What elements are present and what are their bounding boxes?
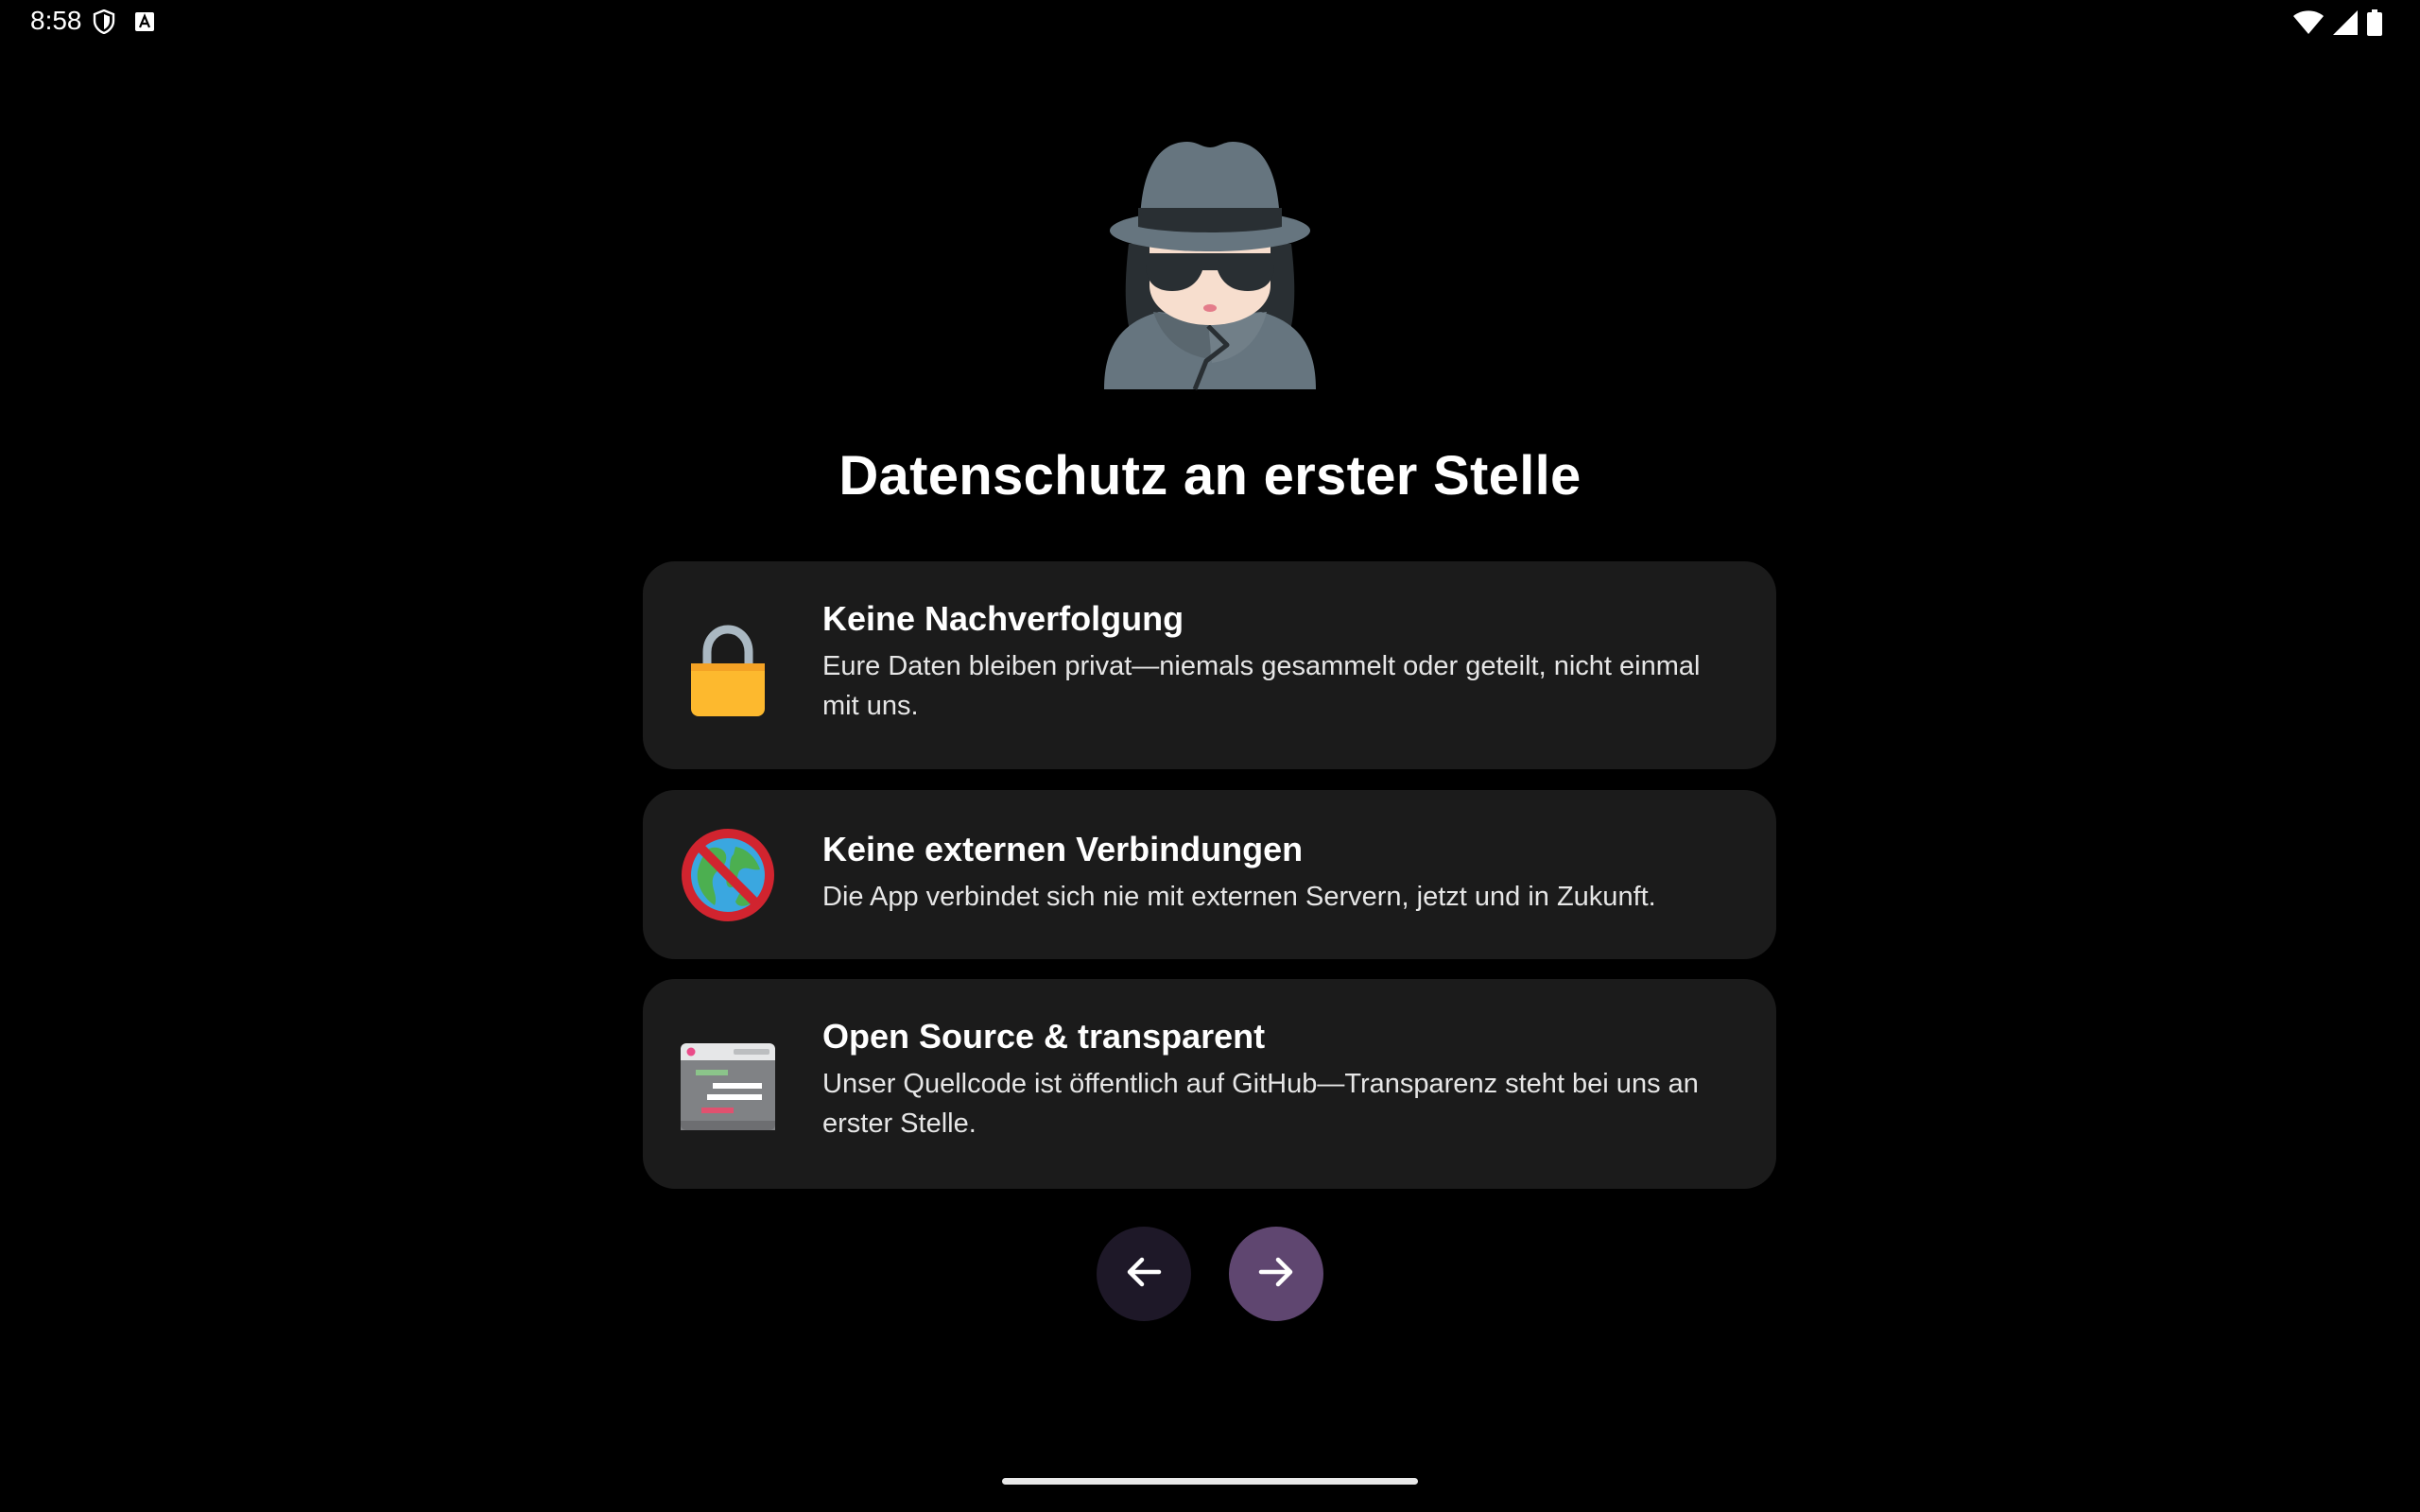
arrow-right-icon <box>1255 1251 1297 1297</box>
shield-icon <box>93 9 115 39</box>
lock-icon <box>681 624 775 718</box>
next-button[interactable] <box>1229 1227 1323 1321</box>
card-description: Die App verbindet sich nie mit externen … <box>822 882 1656 912</box>
feature-card-open-source: Open Source & transparent Unser Quellcod… <box>643 979 1776 1189</box>
card-text: Open Source & transparent Unser Quellcod… <box>822 1015 1738 1143</box>
onboarding-screen: 8:58 Datenschutz an erster Stelle Keine … <box>0 0 2420 1512</box>
status-bar: 8:58 <box>0 0 2420 45</box>
card-title: Keine Nachverfolgung <box>822 599 1184 638</box>
page-title: Datenschutz an erster Stelle <box>838 445 1582 507</box>
battery-icon <box>2367 9 2382 41</box>
cellular-signal-icon <box>2333 10 2358 40</box>
home-indicator[interactable] <box>1002 1478 1418 1485</box>
card-text: Keine externen Verbindungen Die App verb… <box>822 828 1738 917</box>
card-description: Eure Daten bleiben privat—niemals gesamm… <box>822 651 1701 721</box>
card-title: Open Source & transparent <box>822 1017 1266 1056</box>
status-right-icons <box>2293 9 2382 41</box>
status-time: 8:58 <box>30 6 82 35</box>
wifi-icon <box>2293 10 2324 40</box>
back-button[interactable] <box>1097 1227 1191 1321</box>
code-window-icon <box>681 1040 775 1134</box>
status-left-icons <box>93 9 155 39</box>
no-globe-icon <box>681 828 775 922</box>
detective-icon <box>1097 132 1323 397</box>
card-text: Keine Nachverfolgung Eure Daten bleiben … <box>822 597 1738 726</box>
card-description: Unser Quellcode ist öffentlich auf GitHu… <box>822 1069 1699 1139</box>
card-title: Keine externen Verbindungen <box>822 830 1304 868</box>
keyboard-a-icon <box>134 11 155 37</box>
feature-card-no-tracking: Keine Nachverfolgung Eure Daten bleiben … <box>643 561 1776 769</box>
feature-card-no-external-connections: Keine externen Verbindungen Die App verb… <box>643 790 1776 959</box>
arrow-left-icon <box>1123 1251 1165 1297</box>
